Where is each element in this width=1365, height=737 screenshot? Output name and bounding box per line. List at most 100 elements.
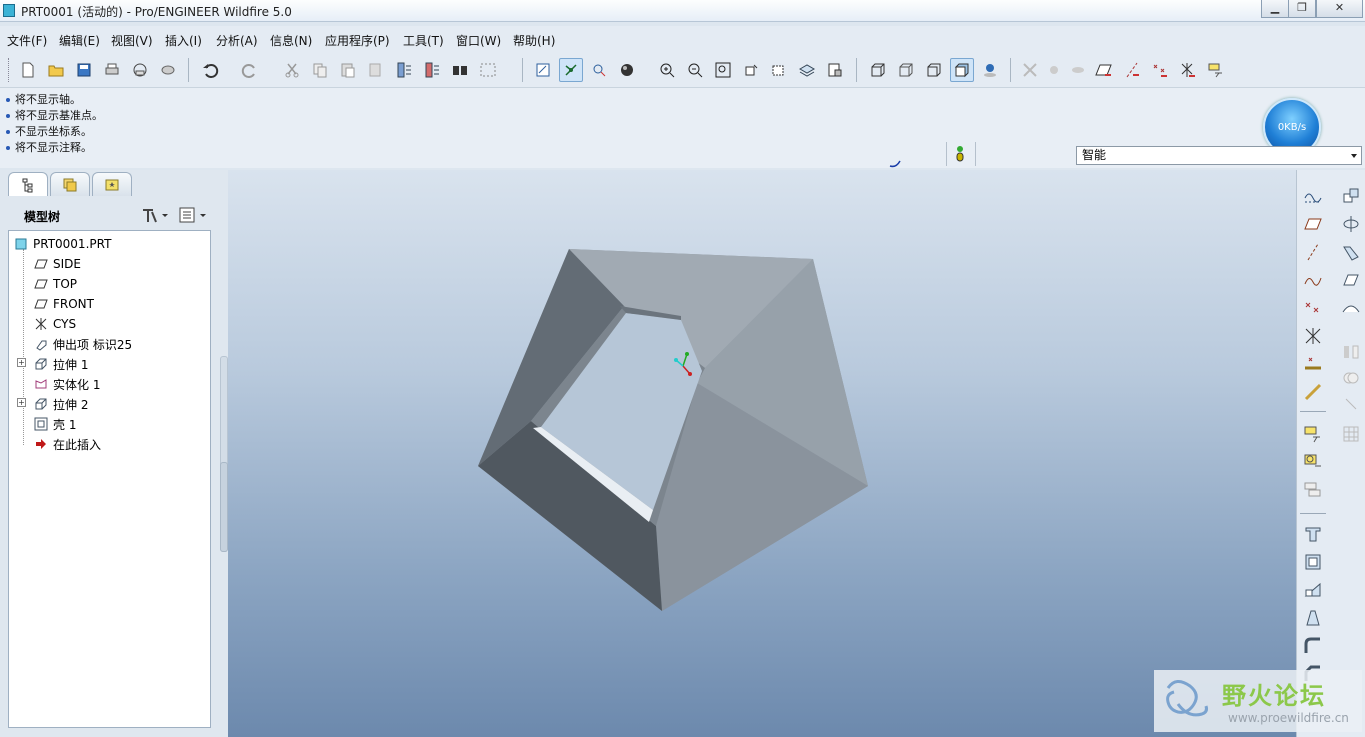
menu-help[interactable]: 帮助(H): [513, 32, 555, 49]
tree-item-insert-here[interactable]: 在此插入: [33, 434, 101, 454]
shell-tool-icon[interactable]: [1301, 550, 1325, 574]
shaded-icon[interactable]: [950, 58, 974, 82]
enhanced-realism-icon[interactable]: [978, 58, 1002, 82]
open-file-icon[interactable]: [44, 58, 68, 82]
datum-plane-tool-icon[interactable]: [1301, 212, 1325, 236]
layers-icon[interactable]: [795, 58, 819, 82]
no-hidden-icon[interactable]: [922, 58, 946, 82]
merge-icon[interactable]: [1339, 366, 1363, 390]
zoom-out-icon[interactable]: [683, 58, 707, 82]
tree-item-extrude-1[interactable]: 拉伸 1: [33, 354, 88, 374]
toolbar-grip[interactable]: [8, 58, 11, 82]
round-icon[interactable]: [1301, 634, 1325, 658]
send-email-icon[interactable]: [128, 58, 152, 82]
new-file-icon[interactable]: [16, 58, 40, 82]
relation-tool-icon[interactable]: [1301, 380, 1325, 404]
copy-feature-icon[interactable]: [1339, 184, 1363, 208]
menu-applications[interactable]: 应用程序(P): [325, 32, 390, 49]
blend-icon[interactable]: [1339, 268, 1363, 292]
note-display-icon[interactable]: [1066, 58, 1090, 82]
analysis-tool-icon[interactable]: [1301, 352, 1325, 376]
repaint-icon[interactable]: [531, 58, 555, 82]
regeneration-manager-icon[interactable]: [420, 58, 444, 82]
graphics-window[interactable]: [228, 170, 1296, 737]
datum-axes-toggle-icon[interactable]: [1120, 58, 1144, 82]
redo-icon[interactable]: [238, 58, 262, 82]
send-link-icon[interactable]: [156, 58, 180, 82]
tree-item-front[interactable]: FRONT: [33, 294, 94, 314]
restore-button[interactable]: ❐: [1288, 0, 1316, 18]
datum-display-off-icon[interactable]: [1018, 58, 1042, 82]
mirror-icon[interactable]: [1339, 340, 1363, 364]
datum-points-toggle-icon[interactable]: [1148, 58, 1172, 82]
expand-toggle[interactable]: +: [17, 358, 26, 367]
tree-item-protrusion[interactable]: 伸出项 标识25: [33, 334, 132, 354]
datum-target-icon[interactable]: [1301, 450, 1325, 474]
sketch-icon[interactable]: [1301, 184, 1325, 208]
sweep-icon[interactable]: [1339, 240, 1363, 264]
tree-item-shell[interactable]: 壳 1: [33, 414, 76, 434]
menu-window[interactable]: 窗口(W): [456, 32, 501, 49]
paste-special-icon[interactable]: [364, 58, 388, 82]
view-manager-icon[interactable]: [823, 58, 847, 82]
model-view[interactable]: [228, 170, 1296, 737]
shading-icon[interactable]: [615, 58, 639, 82]
revolve-icon[interactable]: [1339, 212, 1363, 236]
pattern-icon[interactable]: [1339, 422, 1363, 446]
hole-icon[interactable]: [1301, 522, 1325, 546]
rib-icon[interactable]: [1301, 578, 1325, 602]
tree-item-top[interactable]: TOP: [33, 274, 77, 294]
cut-icon[interactable]: [280, 58, 304, 82]
menu-edit[interactable]: 编辑(E): [59, 32, 100, 49]
hidden-line-icon[interactable]: [894, 58, 918, 82]
show-columns-icon[interactable]: [178, 206, 210, 224]
reorient-icon[interactable]: [739, 58, 763, 82]
selection-filter-select[interactable]: 智能: [1076, 146, 1362, 165]
tab-model-tree[interactable]: [8, 172, 48, 196]
menu-analysis[interactable]: 分析(A): [216, 32, 258, 49]
saved-views-icon[interactable]: [767, 58, 791, 82]
menu-view[interactable]: 视图(V): [111, 32, 153, 49]
datum-curve-tool-icon[interactable]: [1301, 268, 1325, 292]
coordinate-system-tool-icon[interactable]: [1301, 324, 1325, 348]
datum-axis-tool-icon[interactable]: [1301, 240, 1325, 264]
refit-icon[interactable]: [711, 58, 735, 82]
draft-icon[interactable]: [1301, 606, 1325, 630]
boundary-blend-icon[interactable]: [1339, 296, 1363, 320]
tab-favorites[interactable]: [92, 172, 132, 196]
tree-item-part[interactable]: PRT0001.PRT: [13, 234, 111, 254]
tab-folder-browser[interactable]: [50, 172, 90, 196]
paste-icon[interactable]: [336, 58, 360, 82]
tree-item-extrude-2[interactable]: 拉伸 2: [33, 394, 88, 414]
coordinate-systems-toggle-icon[interactable]: [1176, 58, 1200, 82]
close-button[interactable]: ✕: [1316, 0, 1363, 18]
geometric-tolerance-icon[interactable]: [1301, 478, 1325, 502]
settings-tools-icon[interactable]: [140, 206, 168, 224]
undo-icon[interactable]: [198, 58, 222, 82]
wireframe-icon[interactable]: [866, 58, 890, 82]
menu-file[interactable]: 文件(F): [7, 32, 47, 49]
datum-planes-toggle-icon[interactable]: [1092, 58, 1116, 82]
spin-center-display-icon[interactable]: [1042, 58, 1066, 82]
regenerate-icon[interactable]: [392, 58, 416, 82]
expand-toggle[interactable]: +: [17, 398, 26, 407]
tree-item-side[interactable]: SIDE: [33, 254, 81, 274]
zoom-in-icon[interactable]: [655, 58, 679, 82]
annotations-toggle-icon[interactable]: [1204, 58, 1228, 82]
insert-annotation-icon[interactable]: [1301, 422, 1325, 446]
trim-icon[interactable]: [1339, 392, 1363, 416]
tree-item-solidify[interactable]: 实体化 1: [33, 374, 100, 394]
copy-icon[interactable]: [308, 58, 332, 82]
menu-info[interactable]: 信息(N): [270, 32, 312, 49]
orient-mode-icon[interactable]: [587, 58, 611, 82]
menu-insert[interactable]: 插入(I): [165, 32, 202, 49]
tree-item-cys[interactable]: CYS: [33, 314, 76, 334]
select-box-icon[interactable]: [476, 58, 500, 82]
find-icon[interactable]: [448, 58, 472, 82]
save-icon[interactable]: [72, 58, 96, 82]
minimize-button[interactable]: ▁: [1261, 0, 1289, 18]
status-light-icon[interactable]: [954, 145, 966, 163]
spin-center-icon[interactable]: [559, 58, 583, 82]
menu-tools[interactable]: 工具(T): [403, 32, 444, 49]
navigator-splitter-handle[interactable]: [220, 462, 228, 552]
